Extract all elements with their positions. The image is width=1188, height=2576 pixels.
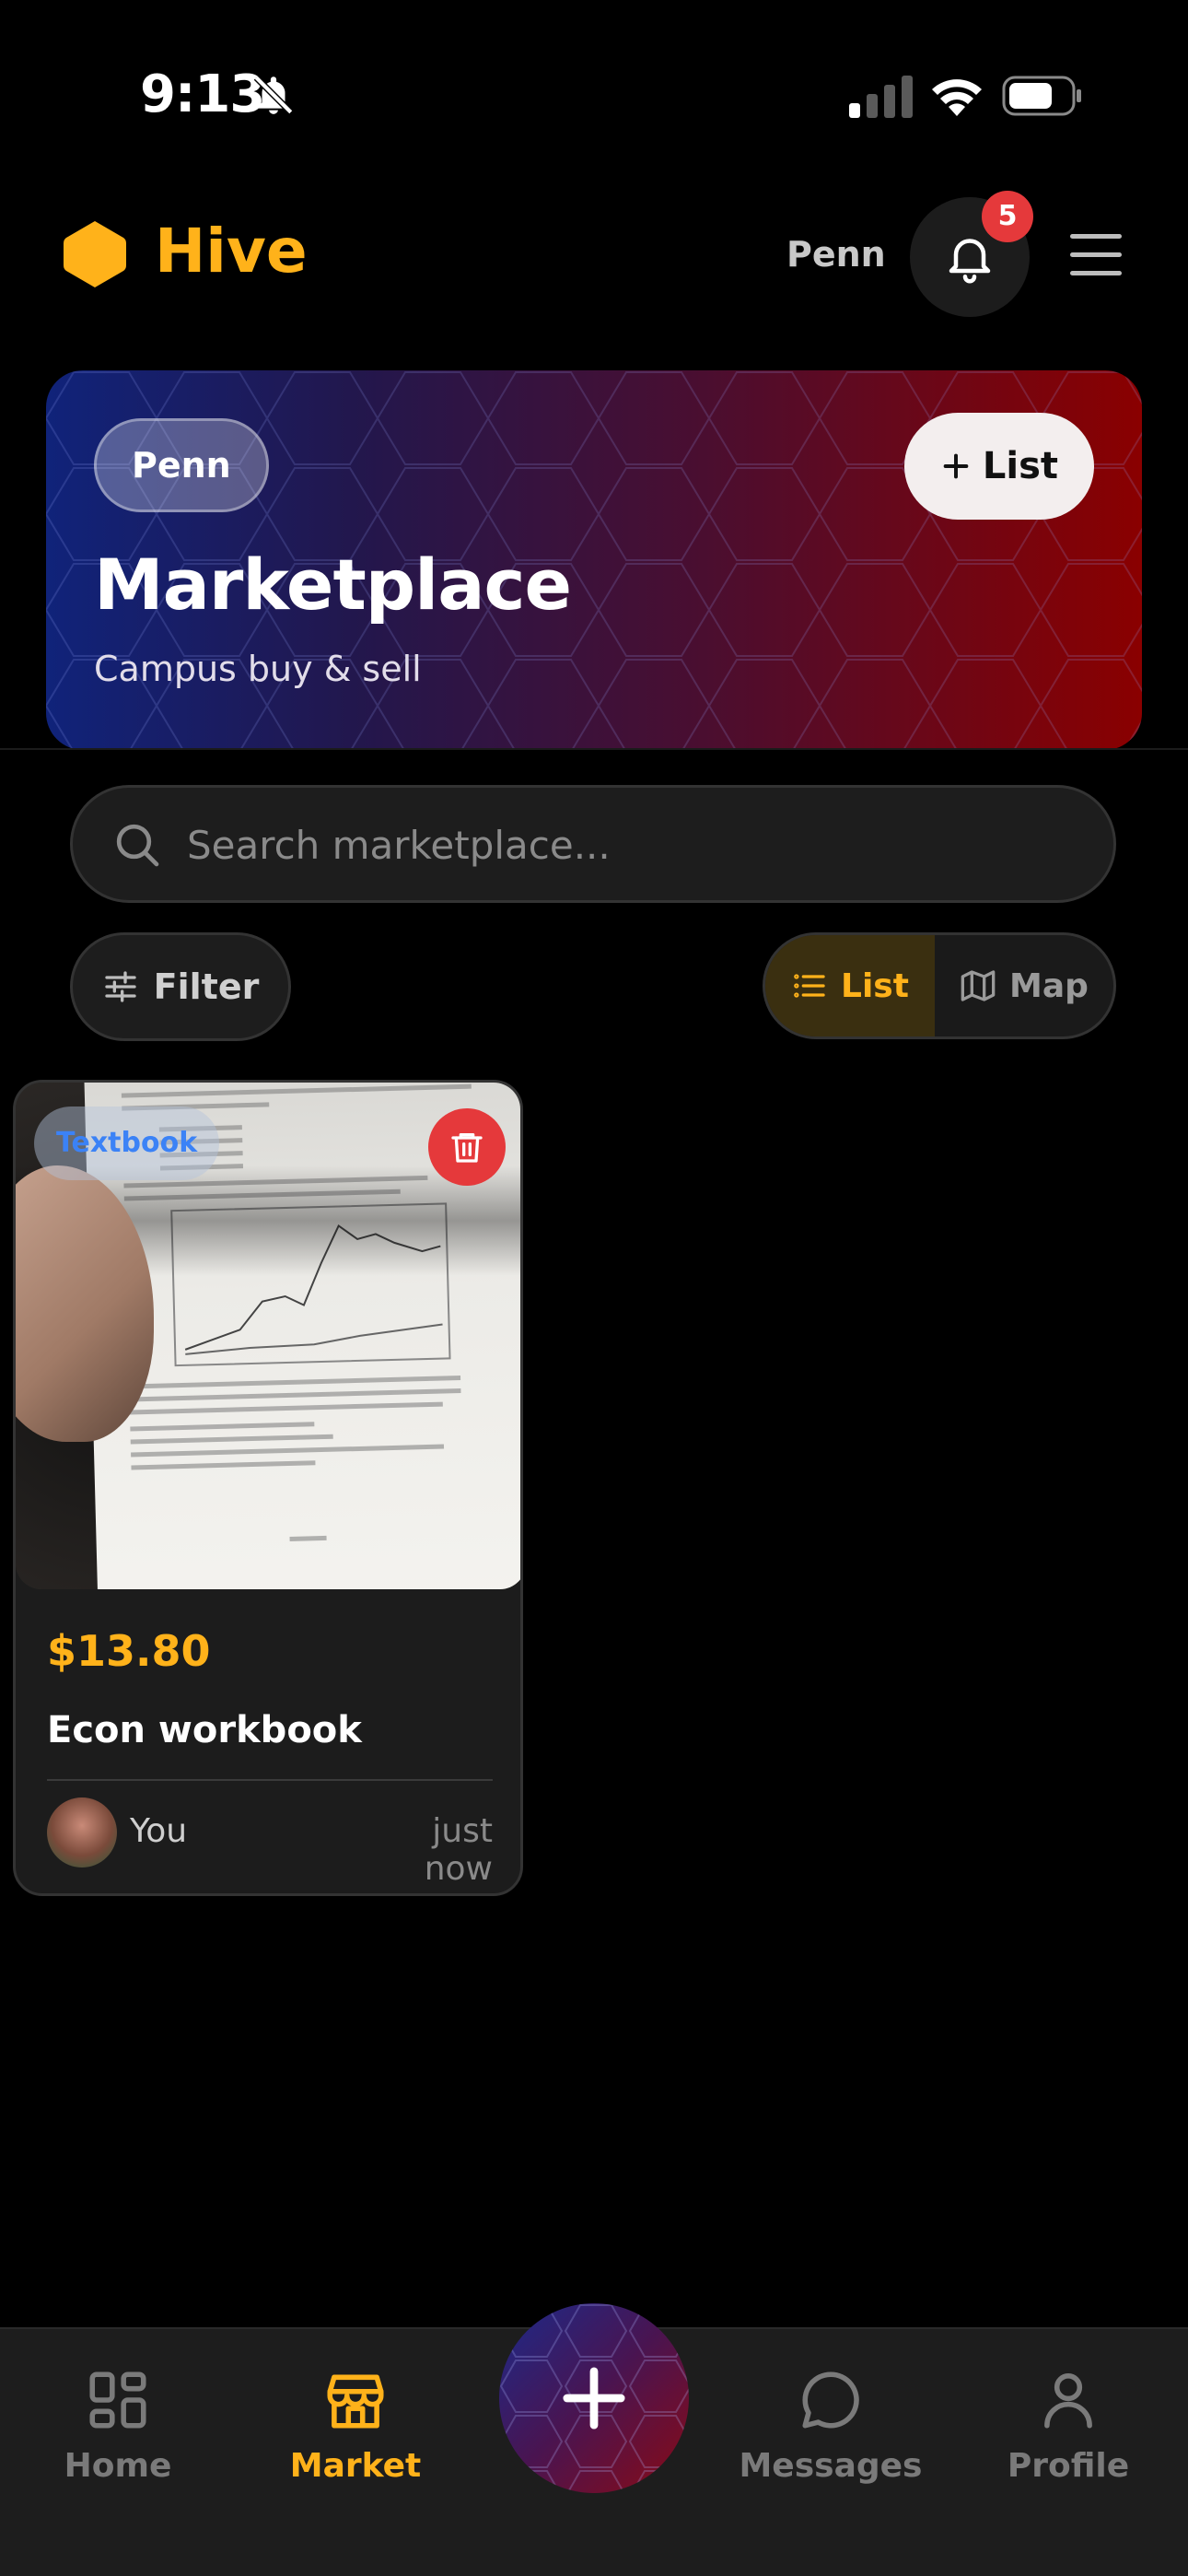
delete-listing-button[interactable] <box>428 1108 506 1186</box>
battery-icon <box>1002 76 1081 116</box>
listing-photo: Textbook <box>16 1083 520 1589</box>
status-bar: 9:13 <box>0 0 1188 184</box>
nav-messages[interactable]: Messages <box>729 2366 932 2485</box>
filter-label: Filter <box>153 966 260 1007</box>
status-time: 9:13 <box>140 64 265 124</box>
plus-icon <box>943 453 969 479</box>
map-icon <box>961 970 996 1001</box>
bell-slash-icon <box>253 75 294 115</box>
map-view-button[interactable]: Map <box>935 935 1113 1036</box>
cellular-signal-icon <box>849 76 913 118</box>
trash-icon <box>451 1133 483 1163</box>
search-input[interactable] <box>187 808 1089 882</box>
list-button-label: List <box>982 445 1059 487</box>
wifi-icon <box>932 79 982 116</box>
avatar <box>47 1797 117 1868</box>
seller-name: You <box>130 1812 188 1850</box>
plus-icon <box>563 2367 625 2430</box>
store-icon <box>327 2374 384 2429</box>
list-view-label: List <box>841 966 909 1005</box>
nav-market[interactable]: Market <box>254 2366 457 2485</box>
hamburger-menu-icon[interactable] <box>1070 232 1122 278</box>
listing-title: Econ workbook <box>47 1709 362 1751</box>
list-icon <box>794 974 825 998</box>
listing-card[interactable]: Textbook $13.80 Econ workbook You just n… <box>13 1080 523 1896</box>
create-listing-fab[interactable] <box>499 2303 689 2493</box>
view-toggle: List Map <box>763 932 1116 1039</box>
person-icon <box>1044 2373 1092 2429</box>
nav-home[interactable]: Home <box>17 2366 219 2485</box>
sliders-icon <box>104 971 136 1002</box>
nav-profile-label: Profile <box>1007 2447 1130 2485</box>
nav-market-label: Market <box>289 2447 422 2485</box>
chat-bubble-icon <box>802 2371 859 2429</box>
posted-time: just now <box>424 1812 493 1888</box>
nav-home-label: Home <box>64 2447 172 2485</box>
app-header: Hive Penn 5 <box>0 184 1188 322</box>
list-item-button[interactable]: List <box>904 413 1094 520</box>
page-subtitle: Campus buy & sell <box>94 649 422 689</box>
map-view-label: Map <box>1009 966 1089 1005</box>
hive-logo-icon <box>64 221 126 287</box>
grid-icon <box>89 2371 146 2429</box>
campus-chip[interactable]: Penn <box>94 418 269 512</box>
nav-messages-label: Messages <box>739 2447 923 2485</box>
header-divider <box>0 748 1188 750</box>
bell-icon <box>949 239 991 284</box>
marketplace-hero-banner: Penn List Marketplace Campus buy & sell <box>46 370 1142 750</box>
filter-button[interactable]: Filter <box>70 932 291 1041</box>
search-icon <box>116 824 159 867</box>
campus-label[interactable]: Penn <box>786 234 886 275</box>
page-title: Marketplace <box>94 544 572 626</box>
search-bar[interactable] <box>70 785 1116 903</box>
app-name: Hive <box>155 216 308 287</box>
card-divider <box>47 1779 493 1781</box>
list-view-button[interactable]: List <box>765 935 935 1036</box>
listing-price: $13.80 <box>47 1626 211 1676</box>
category-chip: Textbook <box>34 1107 220 1180</box>
nav-profile[interactable]: Profile <box>967 2366 1170 2485</box>
notification-badge: 5 <box>982 191 1033 242</box>
